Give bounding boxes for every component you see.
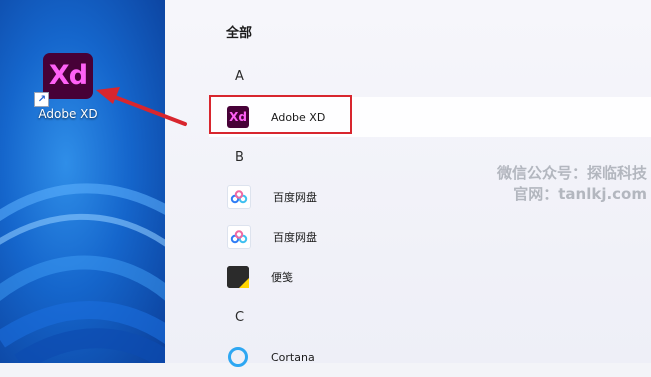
group-letter-c[interactable]: C (235, 310, 244, 325)
watermark-line-1: 微信公众号：探临科技 (496, 164, 647, 182)
desktop-shortcut-adobe-xd[interactable]: Xd ↗ Adobe XD (28, 50, 108, 121)
app-item-baidu-netdisk-2[interactable]: 百度网盘 (209, 217, 651, 257)
app-item-cortana[interactable]: Cortana (209, 337, 651, 377)
desktop: Xd ↗ Adobe XD (0, 0, 165, 363)
desktop-shortcut-label: Adobe XD (38, 107, 98, 121)
watermark-line-2: 官网：tanlkj.com (513, 185, 647, 203)
app-name: 百度网盘 (273, 191, 317, 204)
baidu-netdisk-icon (227, 225, 251, 249)
group-letter-a[interactable]: A (235, 69, 244, 84)
adobe-xd-icon: Xd ↗ (34, 53, 93, 107)
group-letter-b[interactable]: B (235, 150, 244, 165)
start-menu-all-apps: 全部 A Xd Adobe XD B 百度网盘 百度网盘 便笺 C Cortan… (165, 0, 651, 367)
highlight-box (209, 95, 352, 134)
app-name: Cortana (271, 350, 315, 364)
app-item-sticky-notes[interactable]: 便笺 (209, 257, 651, 297)
app-name: 便笺 (271, 271, 293, 284)
baidu-netdisk-icon (227, 185, 251, 209)
section-title: 全部 (226, 26, 253, 41)
watermark: 微信公众号：探临科技 官网：tanlkj.com (497, 163, 647, 205)
xd-glyph: Xd (48, 60, 88, 91)
app-name: 百度网盘 (273, 231, 317, 244)
cortana-icon (227, 346, 249, 368)
sticky-notes-icon (227, 266, 249, 288)
shortcut-arrow-icon: ↗ (34, 92, 49, 107)
